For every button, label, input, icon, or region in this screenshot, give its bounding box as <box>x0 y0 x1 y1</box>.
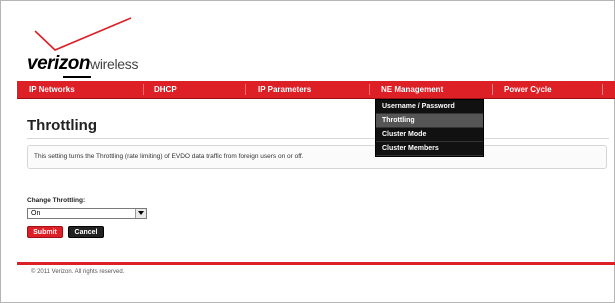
menu-item-cluster-members[interactable]: Cluster Members <box>376 142 483 156</box>
select-dropdown-button[interactable] <box>135 209 146 218</box>
nav-item-power-cycle[interactable]: Power Cycle <box>504 81 552 98</box>
brand-sub-text: wireless <box>90 56 139 72</box>
footer-bar <box>17 262 615 265</box>
cancel-button[interactable]: Cancel <box>68 226 104 238</box>
page-title: Throttling <box>27 117 97 134</box>
nav-separator <box>602 84 603 95</box>
nav-item-dhcp[interactable]: DHCP <box>154 81 177 98</box>
change-throttling-label: Change Throttling: <box>27 197 86 204</box>
brand-wordmark: verizonwireless <box>27 53 139 74</box>
description-box: This setting turns the Throttling (rate … <box>27 145 607 169</box>
submit-button[interactable]: Submit <box>27 226 63 238</box>
throttling-select[interactable]: On <box>27 208 147 219</box>
title-divider <box>27 138 609 139</box>
nav-item-ip-networks[interactable]: IP Networks <box>29 81 75 98</box>
main-nav-bar: IP Networks DHCP IP Parameters NE Manage… <box>17 81 615 99</box>
menu-item-cluster-mode[interactable]: Cluster Mode <box>376 128 483 142</box>
footer-copyright: © 2011 Verizon. All rights reserved. <box>31 269 125 275</box>
nav-separator <box>245 84 246 95</box>
ne-management-dropdown: Username / Password Throttling Cluster M… <box>375 99 484 157</box>
menu-item-username-password[interactable]: Username / Password <box>376 100 483 114</box>
checkmark-logo-icon <box>34 17 132 51</box>
verizon-wireless-logo: verizonwireless <box>27 17 177 78</box>
nav-separator <box>369 84 370 95</box>
nav-item-ip-parameters[interactable]: IP Parameters <box>258 81 311 98</box>
description-text: This setting turns the Throttling (rate … <box>34 153 304 160</box>
brand-main-text: verizon <box>27 53 91 74</box>
page: verizonwireless IP Networks DHCP IP Para… <box>0 0 615 303</box>
brand-underline <box>63 76 91 78</box>
nav-item-ne-management[interactable]: NE Management <box>381 81 443 98</box>
nav-separator <box>492 84 493 95</box>
menu-item-throttling[interactable]: Throttling <box>376 114 483 128</box>
throttling-select-value: On <box>31 210 41 217</box>
chevron-down-icon <box>138 211 144 215</box>
nav-separator <box>143 84 144 95</box>
